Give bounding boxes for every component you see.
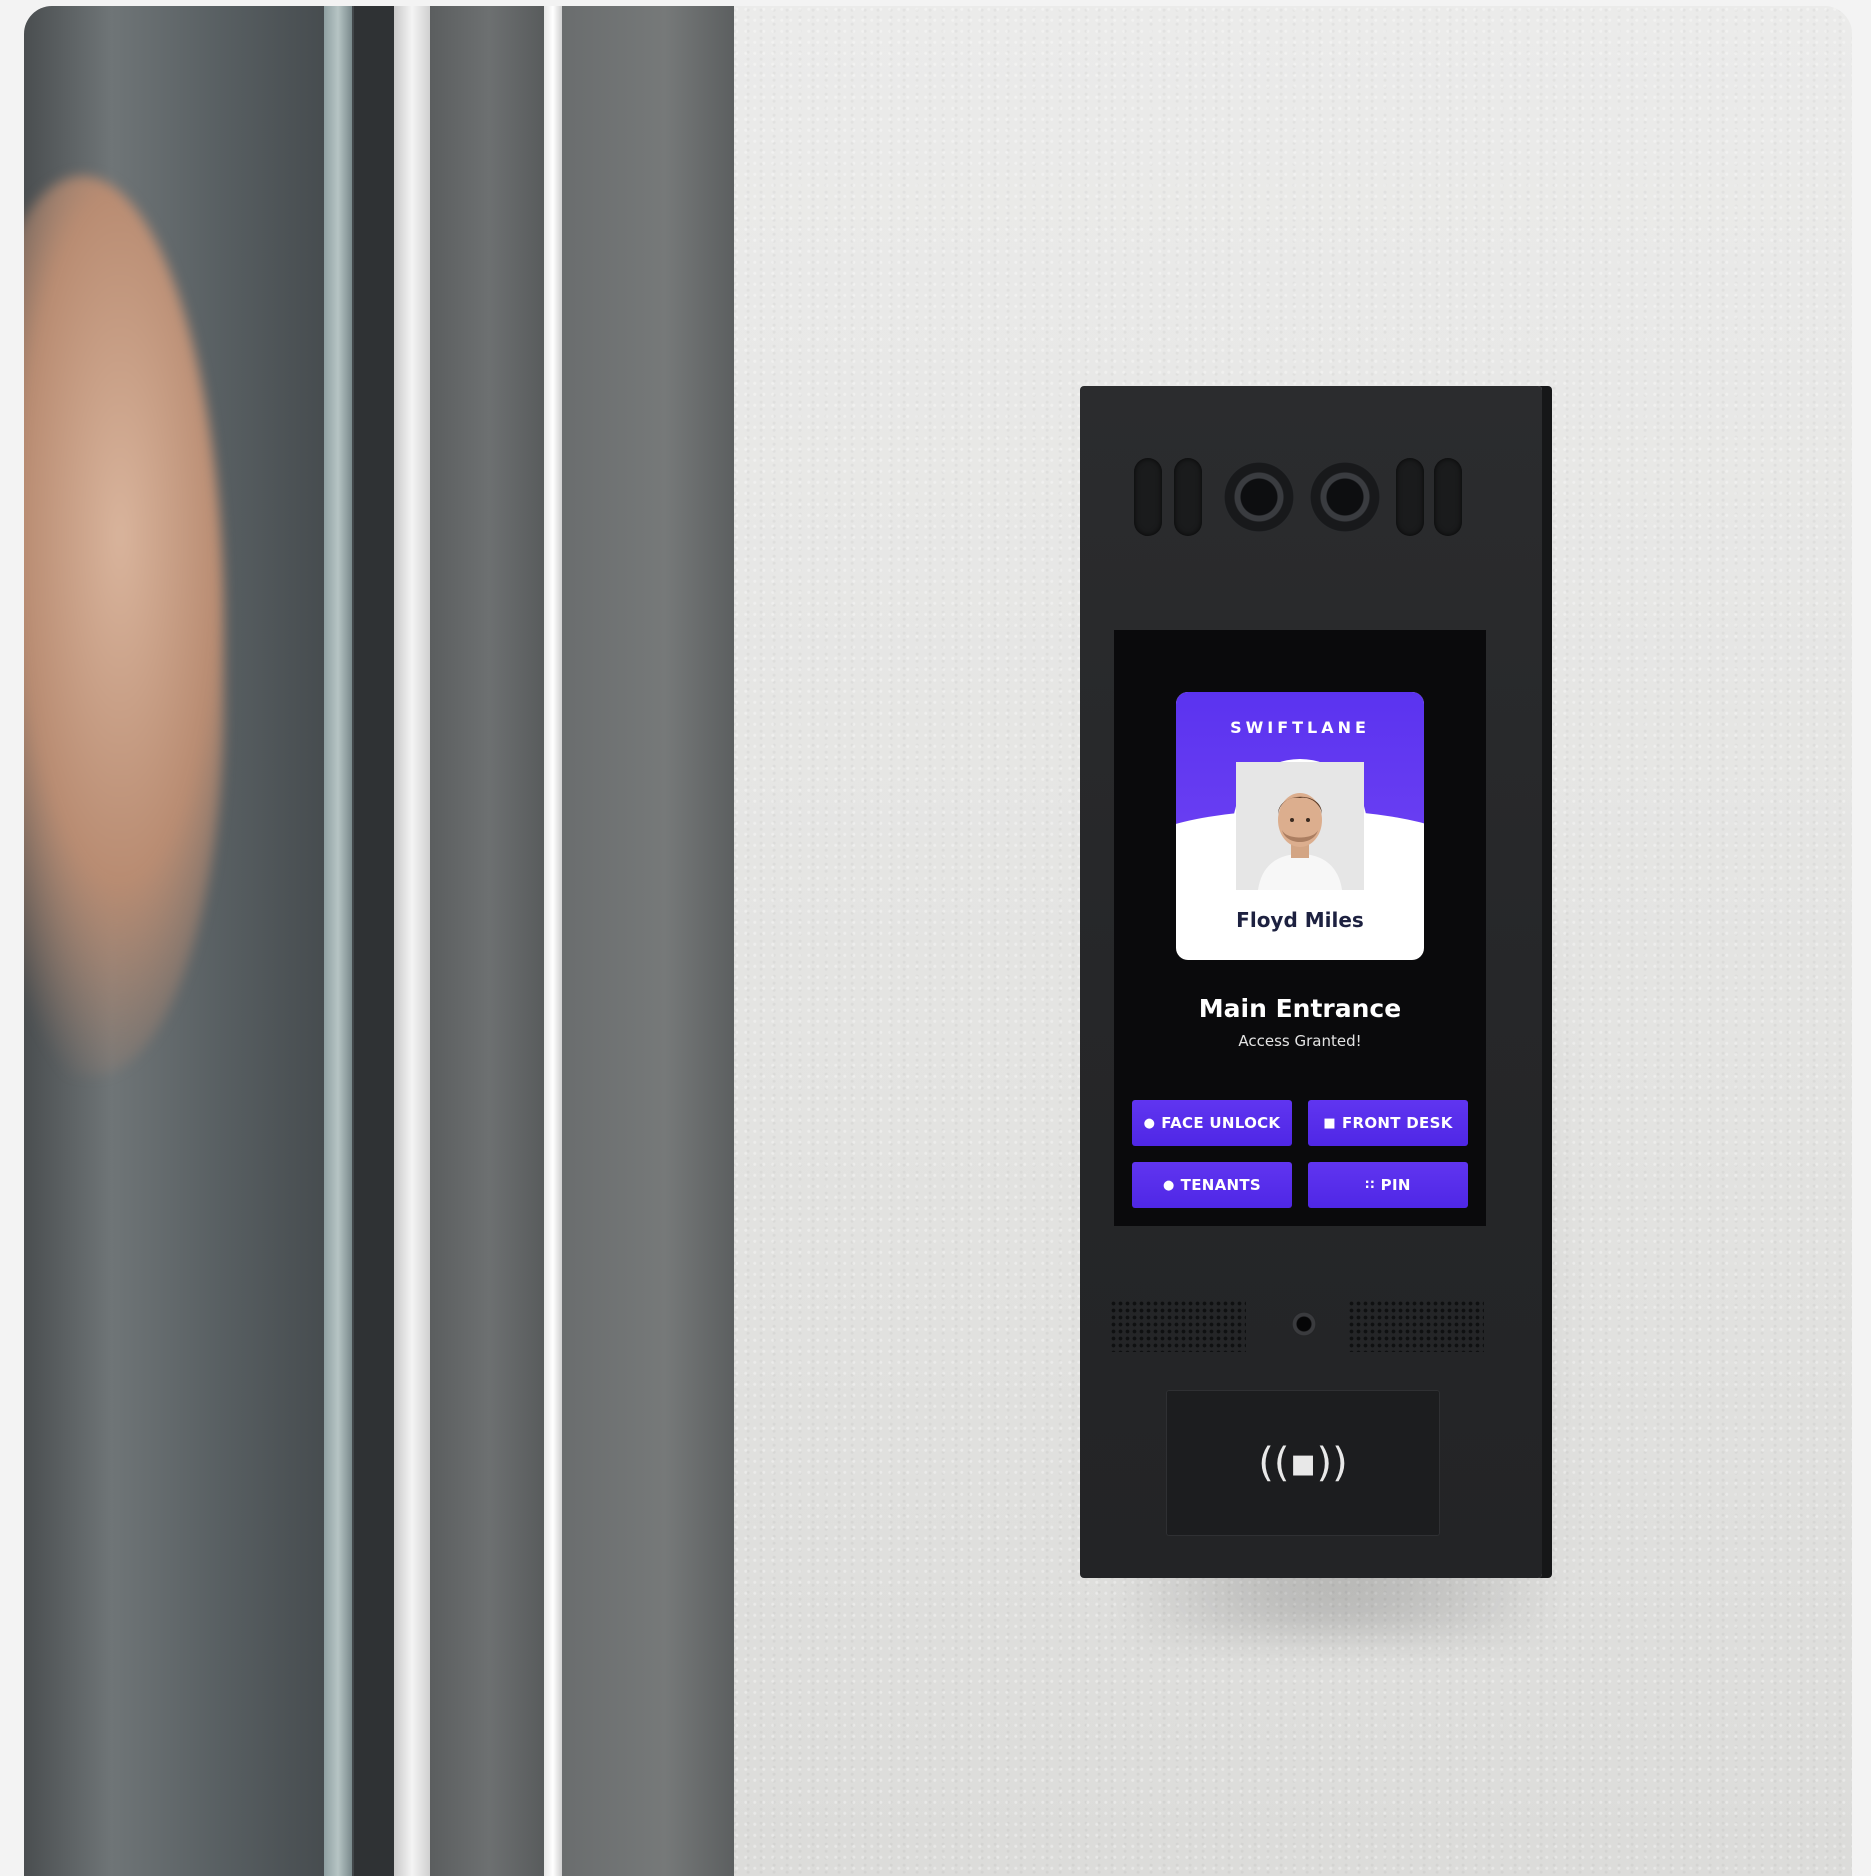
avatar-portrait (1236, 762, 1364, 890)
nfc-icon: ((▪)) (1258, 1440, 1348, 1486)
access-control-panel: SWIFTLANE Floyd Miles Main Entrance Acce… (1080, 386, 1542, 1578)
camera-lens-left (1224, 462, 1294, 532)
camera-sensor-bar (1134, 458, 1464, 538)
ir-sensor-left (1134, 458, 1162, 536)
speaker-grille-right (1348, 1300, 1484, 1352)
touch-screen: SWIFTLANE Floyd Miles Main Entrance Acce… (1114, 630, 1486, 1226)
photo-scene: SWIFTLANE Floyd Miles Main Entrance Acce… (24, 6, 1852, 1876)
ir-sensor-right-inner (1396, 458, 1424, 536)
microphone (1292, 1312, 1316, 1336)
brand-name: SWIFTLANE (1230, 718, 1370, 737)
avatar (1236, 762, 1364, 890)
video-icon: ■ (1323, 1115, 1336, 1131)
card-reader[interactable]: ((▪)) (1166, 1390, 1440, 1536)
window-edge (324, 6, 352, 1876)
front-desk-label: FRONT DESK (1341, 1114, 1453, 1132)
person-icon: ● (1143, 1115, 1156, 1131)
face-unlock-button[interactable]: ● FACE UNLOCK (1132, 1100, 1292, 1146)
front-desk-button[interactable]: ■ FRONT DESK (1308, 1100, 1468, 1146)
people-icon: ● (1163, 1177, 1175, 1193)
face-unlock-label: FACE UNLOCK (1161, 1114, 1281, 1132)
keypad-icon: ∷ (1365, 1177, 1375, 1193)
tenants-label: TENANTS (1180, 1176, 1261, 1194)
person-name: Floyd Miles (1236, 908, 1364, 932)
door-jamb-outer (562, 6, 734, 1876)
door-frame-highlight (394, 6, 430, 1876)
access-status: Access Granted! (1238, 1032, 1362, 1050)
pin-label: PIN (1380, 1176, 1411, 1194)
identity-card: SWIFTLANE Floyd Miles (1176, 692, 1424, 960)
ir-sensor-left-inner (1174, 458, 1202, 536)
ir-sensor-right (1434, 458, 1462, 536)
window-mullion (354, 6, 394, 1876)
entrance-name: Main Entrance (1198, 994, 1402, 1023)
tenants-button[interactable]: ● TENANTS (1132, 1162, 1292, 1208)
speaker-grille-left (1110, 1300, 1246, 1352)
pin-button[interactable]: ∷ PIN (1308, 1162, 1468, 1208)
door-jamb-edge (544, 6, 562, 1876)
door-jamb (430, 6, 548, 1876)
camera-lens-right (1310, 462, 1380, 532)
